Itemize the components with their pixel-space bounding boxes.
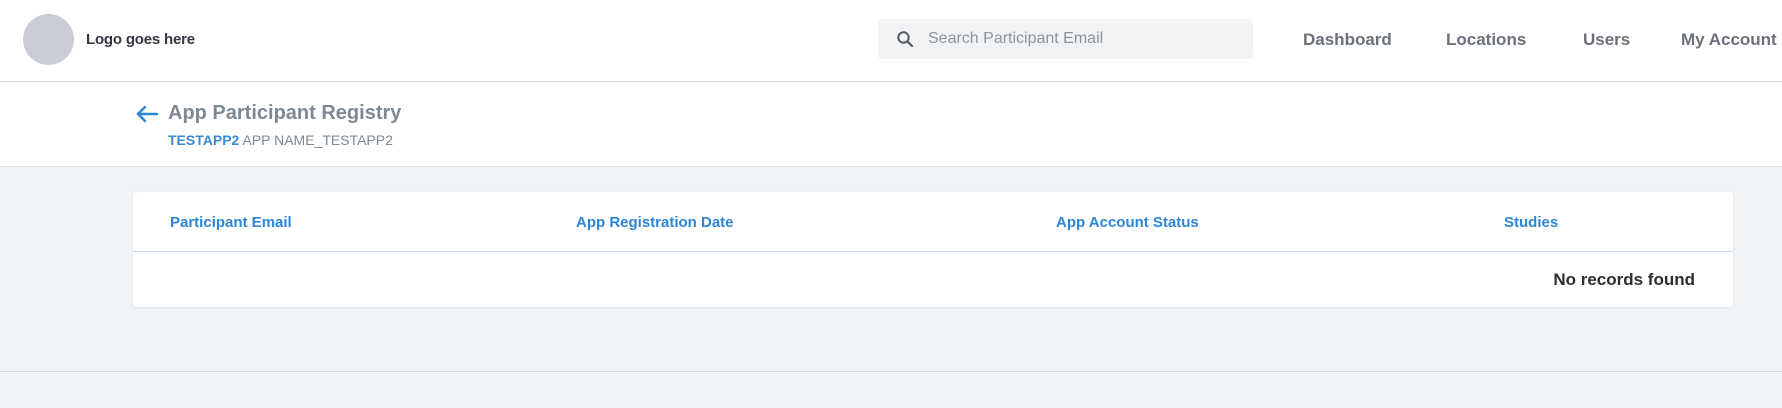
column-header-participant-email[interactable]: Participant Email (170, 214, 292, 231)
page-subtitle: TESTAPP2 APP NAME_TESTAPP2 (168, 132, 393, 148)
empty-table-message: No records found (1553, 270, 1695, 289)
nav-users[interactable]: Users (1583, 30, 1630, 50)
app-id: TESTAPP2 (168, 132, 240, 148)
nav-dashboard[interactable]: Dashboard (1303, 30, 1392, 50)
column-header-app-registration-date[interactable]: App Registration Date (576, 214, 734, 231)
search-box[interactable] (878, 19, 1253, 59)
page-title: App Participant Registry (168, 102, 402, 124)
footer-divider (0, 371, 1782, 372)
table-header-row: Participant Email App Registration Date … (133, 192, 1733, 252)
top-navigation-bar: Logo goes here Dashboard Locations Users… (0, 0, 1782, 82)
search-input[interactable] (928, 19, 1243, 59)
logo-placeholder-icon (23, 14, 74, 65)
nav-locations[interactable]: Locations (1446, 30, 1526, 50)
nav-my-account[interactable]: My Account (1681, 30, 1777, 50)
logo-text: Logo goes here (86, 31, 195, 48)
column-header-app-account-status[interactable]: App Account Status (1056, 214, 1199, 231)
search-icon (897, 31, 914, 48)
page-header: App Participant Registry TESTAPP2 APP NA… (0, 83, 1782, 167)
participant-table: Participant Email App Registration Date … (133, 192, 1733, 307)
column-header-studies[interactable]: Studies (1504, 214, 1558, 231)
app-name: APP NAME_TESTAPP2 (242, 132, 393, 148)
back-arrow-icon[interactable] (135, 103, 159, 125)
